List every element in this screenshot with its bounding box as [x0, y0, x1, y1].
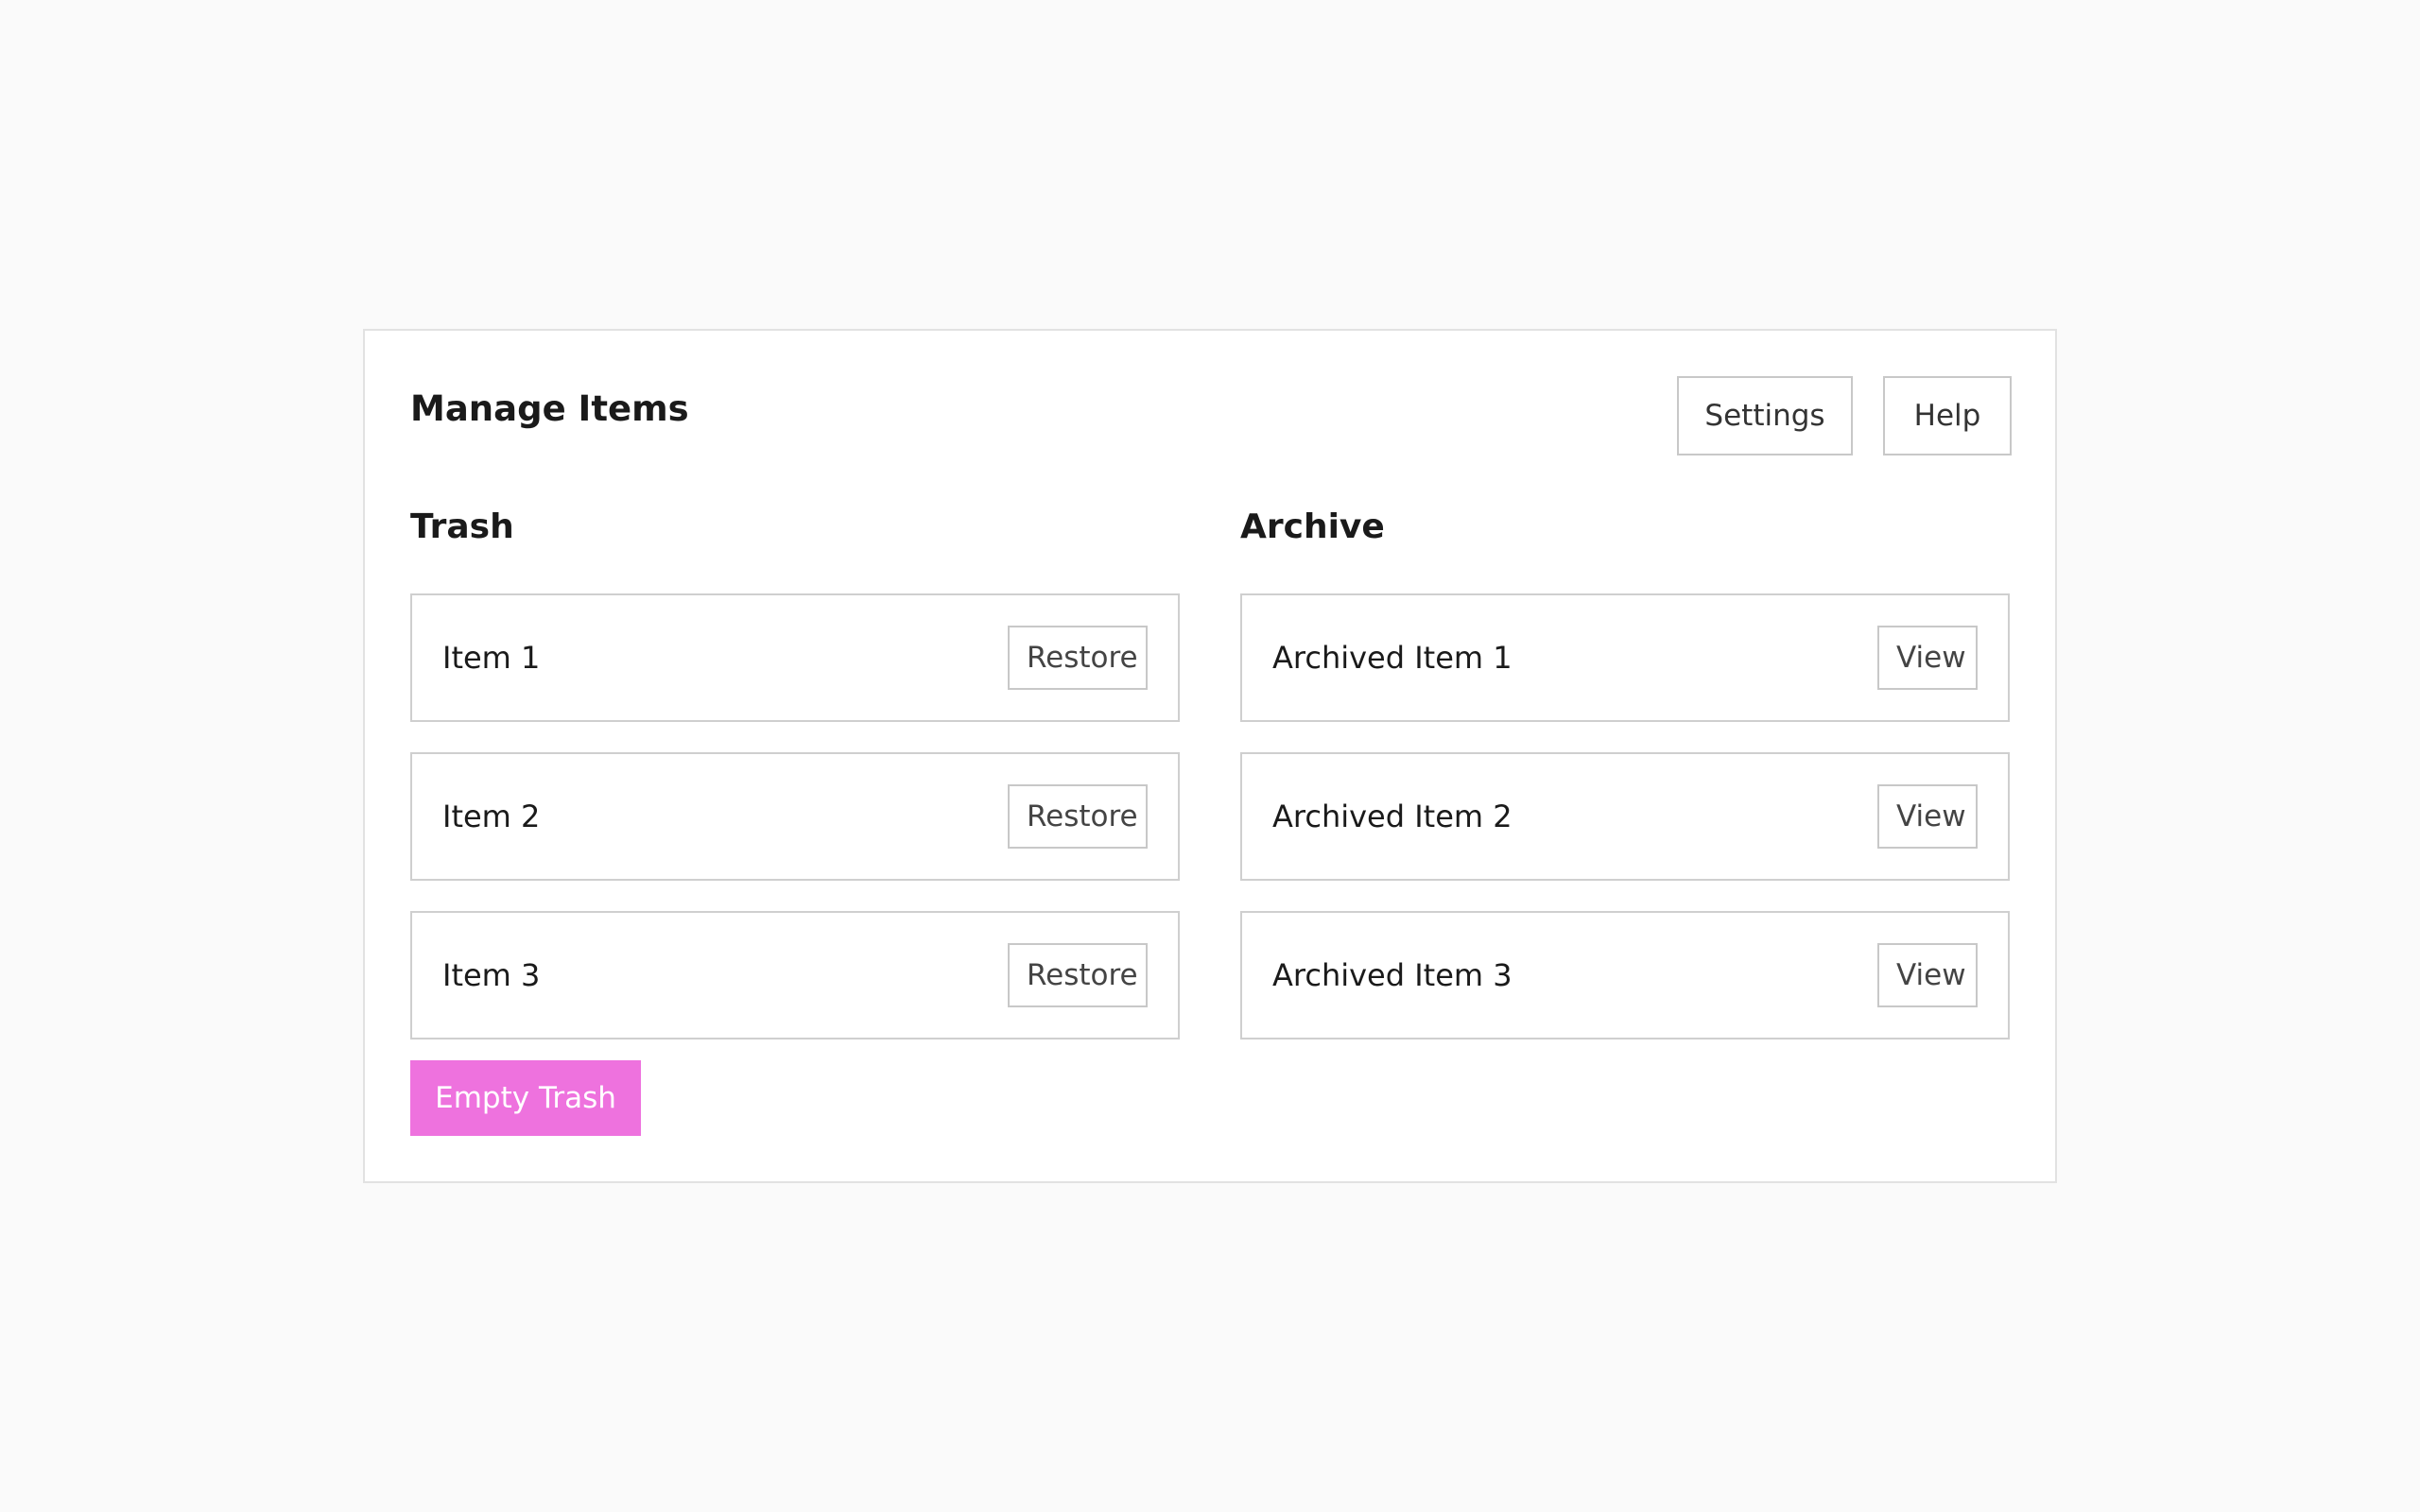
help-button[interactable]: Help [1883, 376, 2012, 455]
trash-item-label: Item 2 [442, 799, 541, 834]
trash-item-row: Item 3 Restore [410, 911, 1180, 1040]
archive-list: Archived Item 1 View Archived Item 2 Vie… [1240, 593, 2010, 1040]
page-title: Manage Items [410, 388, 689, 429]
manage-items-panel: Manage Items Settings Help Trash Item 1 … [363, 329, 2057, 1183]
archive-item-label: Archived Item 2 [1272, 799, 1512, 834]
trash-title: Trash [410, 507, 514, 546]
view-button[interactable]: View [1877, 784, 1978, 849]
archive-item-label: Archived Item 3 [1272, 957, 1512, 993]
archive-title: Archive [1240, 507, 1385, 546]
archive-item-row: Archived Item 2 View [1240, 752, 2010, 881]
trash-list: Item 1 Restore Item 2 Restore Item 3 Res… [410, 593, 1180, 1040]
trash-item-label: Item 3 [442, 957, 541, 993]
restore-button[interactable]: Restore [1008, 943, 1148, 1007]
archive-section: Archive Archived Item 1 View Archived It… [1240, 508, 2010, 1070]
empty-trash-button[interactable]: Empty Trash [410, 1060, 641, 1136]
settings-button[interactable]: Settings [1677, 376, 1853, 455]
trash-item-label: Item 1 [442, 640, 541, 676]
view-button[interactable]: View [1877, 626, 1978, 690]
trash-item-row: Item 1 Restore [410, 593, 1180, 722]
restore-button[interactable]: Restore [1008, 626, 1148, 690]
trash-item-row: Item 2 Restore [410, 752, 1180, 881]
archive-item-row: Archived Item 1 View [1240, 593, 2010, 722]
archive-item-row: Archived Item 3 View [1240, 911, 2010, 1040]
trash-section: Trash Item 1 Restore Item 2 Restore Item… [410, 508, 1180, 1070]
restore-button[interactable]: Restore [1008, 784, 1148, 849]
view-button[interactable]: View [1877, 943, 1978, 1007]
archive-item-label: Archived Item 1 [1272, 640, 1512, 676]
